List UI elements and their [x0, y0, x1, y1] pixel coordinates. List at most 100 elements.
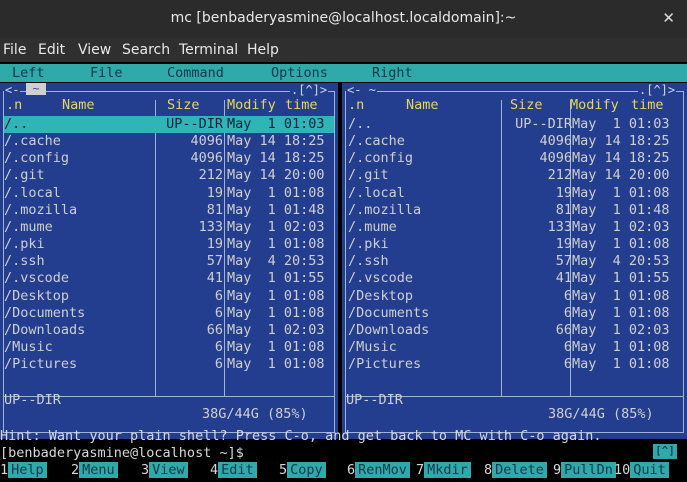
file-row[interactable]: /Downloads 66 May 1 02:03	[4, 322, 334, 339]
function-key-bar: 1 Help 2 Menu 3 View 4 Edit 5 Copy 6 RenMov 7M…	[0, 462, 687, 480]
file-size: 4096	[190, 133, 223, 150]
file-row[interactable]: /.mozilla 81 May 1 01:48	[346, 202, 683, 219]
file-row[interactable]: /.mume 133 May 1 02:03	[4, 219, 334, 236]
file-row[interactable]: /Music 6 May 1 01:08	[4, 339, 334, 356]
file-modify-time: May 1 02:03	[227, 218, 325, 235]
file-row[interactable]: /.. UP--DIR May 1 01:03	[4, 116, 334, 133]
file-row[interactable]: /.vscode 41 May 1 01:55	[346, 270, 683, 287]
close-icon[interactable]: ✕	[662, 9, 675, 27]
right-panel-status: UP--DIR	[346, 392, 403, 408]
right-panel-arrow[interactable]: <- ~	[346, 83, 377, 97]
left-panel-arrow[interactable]: <-	[4, 83, 21, 97]
right-col-name[interactable]: Name	[406, 97, 439, 115]
file-row[interactable]: /.ssh 57 May 4 20:53	[4, 253, 334, 270]
left-panel-hotlist[interactable]: .[^]>	[290, 83, 329, 97]
left-col-size[interactable]: Size	[167, 97, 200, 115]
file-modify-time: May 14 18:25	[572, 133, 670, 150]
fkey-menu[interactable]: 2 Menu	[71, 462, 118, 480]
file-name: /.pki	[4, 236, 45, 253]
file-row[interactable]: /.config 4096 May 14 18:25	[346, 150, 683, 167]
file-row[interactable]: /Pictures 6 May 1 01:08	[346, 356, 683, 373]
right-col-n[interactable]: .n	[348, 97, 364, 115]
file-name: /.git	[348, 167, 389, 184]
file-row[interactable]: /.local 19 May 1 01:08	[4, 185, 334, 202]
menu-view[interactable]: View	[78, 42, 111, 58]
fkey-help[interactable]: 1 Help	[0, 462, 47, 480]
mc-menu-command[interactable]: Command	[167, 65, 224, 81]
menu-edit[interactable]: Edit	[38, 42, 65, 58]
file-row[interactable]: /Music 6 May 1 01:08	[346, 339, 683, 356]
file-row[interactable]: /.ssh 57 May 4 20:53	[346, 253, 683, 270]
right-col-time[interactable]: time	[631, 97, 664, 115]
fkey-renmov[interactable]: 6 RenMov	[347, 462, 410, 480]
menu-search[interactable]: Search	[122, 42, 170, 58]
menu-terminal[interactable]: Terminal	[179, 42, 238, 58]
menu-help[interactable]: Help	[247, 42, 279, 58]
file-row[interactable]: /.pki 19 May 1 01:08	[346, 236, 683, 253]
file-modify-time: May 1 01:08	[572, 287, 670, 304]
file-name: /.mume	[4, 218, 53, 235]
left-panel-home-icon[interactable]: ~	[26, 83, 46, 95]
file-row[interactable]: /.. UP--DIR May 1 01:03	[346, 116, 683, 133]
fkey-delete[interactable]: 8 Delete	[484, 462, 547, 480]
file-size: 133	[547, 218, 572, 235]
file-row[interactable]: /.cache 4096 May 14 18:25	[346, 133, 683, 150]
file-modify-time: May 1 01:08	[572, 184, 670, 201]
file-row[interactable]: /.pki 19 May 1 01:08	[4, 236, 334, 253]
file-modify-time: May 14 18:25	[227, 150, 325, 167]
file-name: /Music	[4, 338, 53, 355]
terminal-area[interactable]: Left File Command Options Right <- ~ .[^…	[0, 62, 687, 482]
fkey-copy[interactable]: 5 Copy	[279, 462, 326, 480]
right-panel-hotlist[interactable]: .[^]>	[638, 83, 677, 97]
menu-file[interactable]: File	[3, 42, 26, 58]
right-col-modify[interactable]: Modify	[570, 97, 619, 115]
file-size: 212	[547, 167, 572, 184]
file-row[interactable]: /Pictures 6 May 1 01:08	[4, 356, 334, 373]
file-row[interactable]: /.git 212 May 14 20:00	[346, 167, 683, 184]
mc-menu-bar: Left File Command Options Right	[0, 64, 687, 82]
file-name: /.cache	[348, 133, 405, 150]
mc-menu-left[interactable]: Left	[12, 65, 45, 81]
fkey-mkdir[interactable]: 7 Mkdir	[416, 462, 471, 480]
file-row[interactable]: /.cache 4096 May 14 18:25	[4, 133, 334, 150]
file-size: 212	[198, 167, 223, 184]
file-size: 81	[555, 201, 572, 218]
file-row[interactable]: /Documents 6 May 1 01:08	[4, 305, 334, 322]
file-row[interactable]: /.mozilla 81 May 1 01:48	[4, 202, 334, 219]
file-name: /Documents	[4, 304, 86, 321]
mc-menu-right[interactable]: Right	[372, 65, 413, 81]
file-row[interactable]: /.local 19 May 1 01:08	[346, 185, 683, 202]
file-row[interactable]: /.git 212 May 14 20:00	[4, 167, 334, 184]
mc-menu-options[interactable]: Options	[271, 65, 328, 81]
mc-menu-file[interactable]: File	[90, 65, 123, 81]
fkey-view[interactable]: 3 View	[141, 462, 188, 480]
file-name: /Downloads	[348, 321, 430, 338]
file-modify-time: May 1 01:08	[572, 236, 670, 253]
left-col-name[interactable]: Name	[62, 97, 95, 115]
file-row[interactable]: /Desktop 6 May 1 01:08	[4, 288, 334, 305]
right-panel[interactable]: <- ~ .[^]> .n Name Size Modify time /.. U…	[342, 83, 687, 439]
file-name: /.local	[4, 184, 61, 201]
file-size: 57	[555, 253, 572, 270]
file-size: 19	[555, 236, 572, 253]
prompt-hotlist-tag[interactable]: [^]	[653, 444, 677, 459]
fkey-pulldn[interactable]: 9 PullDn	[553, 462, 616, 480]
file-modify-time: May 1 01:55	[572, 270, 670, 287]
left-panel[interactable]: <- ~ .[^]> .n Name Size Modify time /.. U…	[0, 83, 338, 439]
fkey-quit[interactable]: 10 Quit	[614, 462, 669, 480]
file-row[interactable]: /Documents 6 May 1 01:08	[346, 305, 683, 322]
file-row[interactable]: /.vscode 41 May 1 01:55	[4, 270, 334, 287]
file-size: 6	[214, 304, 223, 321]
right-col-size[interactable]: Size	[510, 97, 543, 115]
file-row[interactable]: /Downloads 66 May 1 02:03	[346, 322, 683, 339]
left-col-n[interactable]: .n	[6, 97, 22, 115]
file-name: /Pictures	[4, 356, 78, 373]
file-row[interactable]: /.mume 133 May 1 02:03	[346, 219, 683, 236]
file-modify-time: May 4 20:53	[227, 253, 325, 270]
file-row[interactable]: /.config 4096 May 14 18:25	[4, 150, 334, 167]
left-col-time[interactable]: time	[285, 97, 318, 115]
shell-prompt[interactable]: [benbaderyasmine@localhost ~]$	[0, 445, 244, 461]
left-col-modify[interactable]: Modify	[227, 97, 276, 115]
fkey-edit[interactable]: 4 Edit	[210, 462, 257, 480]
file-row[interactable]: /Desktop 6 May 1 01:08	[346, 288, 683, 305]
